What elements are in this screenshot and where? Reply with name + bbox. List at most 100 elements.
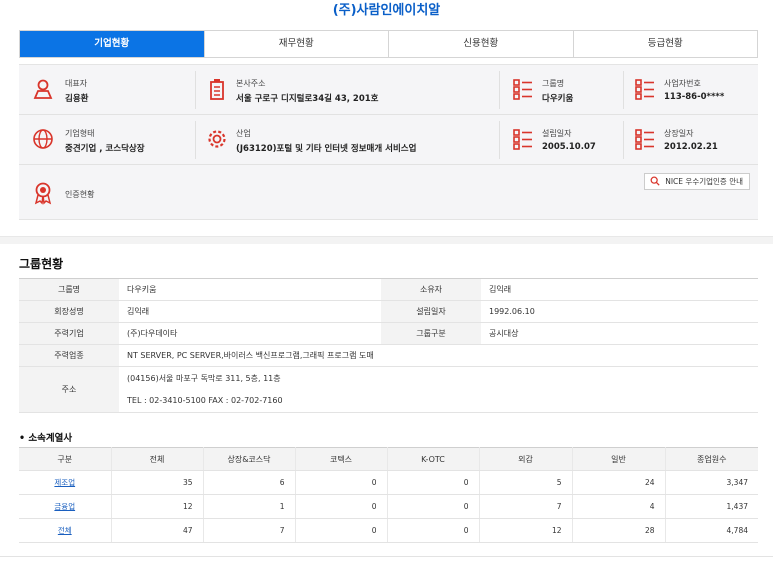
col-category: 구분 <box>19 447 111 471</box>
tab-bar: 기업현황 재무현황 신용현황 등급현황 <box>19 30 758 58</box>
table-cell: 0 <box>386 470 479 495</box>
listed-label: 상장일자 <box>664 129 694 138</box>
section-divider <box>0 236 773 244</box>
ceo-cell: 대표자 김용환 <box>27 65 197 115</box>
industry-value: (J63120)포털 및 기타 인터넷 정보매개 서비스업 <box>236 144 417 154</box>
building-icon <box>210 79 224 100</box>
table-row: 제조업 35 6 0 0 5 24 3,347 <box>19 470 758 495</box>
table-cell: 0 <box>386 518 479 543</box>
group-info-table: 그룹명 다우키움 소유자 김익래 회장성명 김익래 설립일자 1992.06.1… <box>19 278 758 413</box>
table-row: 전체 47 7 0 0 12 28 4,784 <box>19 518 758 543</box>
form-cell: 기업형태 중견기업 , 코스닥상장 <box>27 115 197 165</box>
affiliates-title-text: 소속계열사 <box>28 433 73 444</box>
tab-financial-status[interactable]: 재무현황 <box>203 31 388 57</box>
col-total: 전체 <box>110 447 203 471</box>
globe-icon <box>33 129 53 149</box>
tab-credit-status[interactable]: 신용현황 <box>388 31 573 57</box>
col-audited: 외감 <box>478 447 572 471</box>
industry-cell: 산업 (J63120)포털 및 기타 인터넷 정보매개 서비스업 <box>203 115 503 165</box>
main-business-label: 주력업종 <box>19 344 119 367</box>
bizno-label: 사업자번호 <box>664 79 701 88</box>
table-cell: 1 <box>202 494 295 519</box>
affiliates-title: • 소속계열사 <box>19 433 73 444</box>
col-konex: 코텍스 <box>294 447 387 471</box>
list-icon <box>513 79 532 100</box>
ceo-label: 대표자 <box>65 79 88 88</box>
table-cell: 0 <box>294 518 387 543</box>
address-label: 본사주소 <box>236 79 266 88</box>
group-value: 다우키움 <box>542 94 574 104</box>
category-total-link[interactable]: 전체 <box>19 518 111 543</box>
table-row: 회장성명 김익래 설립일자 1992.06.10 <box>19 300 758 323</box>
table-row: 금융업 12 1 0 0 7 4 1,437 <box>19 494 758 519</box>
info-row: 기업형태 중견기업 , 코스닥상장 산업 (J63120)포털 및 기타 인터넷… <box>19 115 758 165</box>
group-section-title: 그룹현황 <box>19 257 64 271</box>
table-cell: 24 <box>571 470 665 495</box>
table-row: 주력업종 NT SERVER, PC SERVER,바이러스 백신프로그램,그래… <box>19 344 758 367</box>
col-general: 일반 <box>571 447 665 471</box>
group-label: 그룹명 <box>542 79 565 88</box>
industry-label: 산업 <box>236 129 251 138</box>
nice-certification-button[interactable]: NICE 우수기업인증 안내 <box>644 173 750 190</box>
col-kotc: K-OTC <box>386 447 479 471</box>
group-name-value: 다우키움 <box>119 278 381 301</box>
main-business-value: NT SERVER, PC SERVER,바이러스 백신프로그램,그래픽 프로그… <box>119 344 758 367</box>
address-value: 서울 구로구 디지털로34길 43, 201호 <box>236 94 379 104</box>
tab-company-status[interactable]: 기업현황 <box>20 31 204 57</box>
group-type-label: 그룹구분 <box>381 322 481 345</box>
table-cell: 0 <box>294 494 387 519</box>
bizno-cell: 사업자번호 113-86-0**** <box>631 65 756 115</box>
bizno-value: 113-86-0**** <box>664 92 725 102</box>
group-cell: 그룹명 다우키움 <box>509 65 624 115</box>
group-founded-label: 설립일자 <box>381 300 481 323</box>
person-icon <box>33 79 53 99</box>
info-row: 대표자 김용환 본사주소 서울 구로구 디지털로34길 43, 201호 그룹명… <box>19 65 758 115</box>
founded-value: 2005.10.07 <box>542 142 596 152</box>
list-icon <box>635 129 654 150</box>
owner-label: 소유자 <box>381 278 481 301</box>
nice-button-label: NICE 우수기업인증 안내 <box>665 177 743 186</box>
col-employees: 종업원수 <box>664 447 758 471</box>
table-cell: 4 <box>571 494 665 519</box>
table-cell: 0 <box>294 470 387 495</box>
table-cell: 6 <box>202 470 295 495</box>
table-cell: 47 <box>110 518 203 543</box>
table-row: 주력기업 (주)다우데이타 그룹구분 공시대상 <box>19 322 758 345</box>
certification-label: 인증현황 <box>65 190 95 199</box>
search-icon <box>650 176 660 186</box>
main-company-label: 주력기업 <box>19 322 119 345</box>
company-info-panel: 대표자 김용환 본사주소 서울 구로구 디지털로34길 43, 201호 그룹명… <box>19 64 758 220</box>
tab-rating-status[interactable]: 등급현황 <box>572 31 757 57</box>
table-row: 주소 (04156)서울 마포구 독막로 311, 5층, 11층 <box>19 366 758 413</box>
table-cell: 4,784 <box>664 518 758 543</box>
table-cell: 28 <box>571 518 665 543</box>
chairman-label: 회장성명 <box>19 300 119 323</box>
list-icon <box>635 79 654 100</box>
group-address-label: 주소 <box>19 366 119 413</box>
group-type-value: 공시대상 <box>481 322 758 345</box>
listed-value: 2012.02.21 <box>664 142 718 152</box>
col-listed-kosdaq: 상장&코스닥 <box>202 447 295 471</box>
table-cell: 12 <box>110 494 203 519</box>
table-header-row: 구분 전체 상장&코스닥 코텍스 K-OTC 외감 일반 종업원수 <box>19 447 758 471</box>
category-finance-link[interactable]: 금융업 <box>19 494 111 519</box>
table-cell: 35 <box>110 470 203 495</box>
owner-value: 김익래 <box>481 278 758 301</box>
affiliates-table: 구분 전체 상장&코스닥 코텍스 K-OTC 외감 일반 종업원수 제조업 35… <box>19 447 758 543</box>
next-section-band <box>0 556 773 572</box>
main-company-value: (주)다우데이타 <box>119 322 381 345</box>
table-cell: 0 <box>386 494 479 519</box>
table-cell: 7 <box>478 494 572 519</box>
listed-cell: 상장일자 2012.02.21 <box>631 115 756 165</box>
info-row: 인증현황 NICE 우수기업인증 안내 <box>19 165 758 220</box>
category-manufacturing-link[interactable]: 제조업 <box>19 470 111 495</box>
list-icon <box>513 129 532 150</box>
group-founded-value: 1992.06.10 <box>481 300 758 323</box>
group-name-label: 그룹명 <box>19 278 119 301</box>
award-icon <box>34 182 52 205</box>
table-cell: 12 <box>478 518 572 543</box>
group-address-value: (04156)서울 마포구 독막로 311, 5층, 11층 <box>127 373 281 383</box>
table-cell: 7 <box>202 518 295 543</box>
form-value: 중견기업 , 코스닥상장 <box>65 144 145 154</box>
ceo-value: 김용환 <box>65 94 89 104</box>
